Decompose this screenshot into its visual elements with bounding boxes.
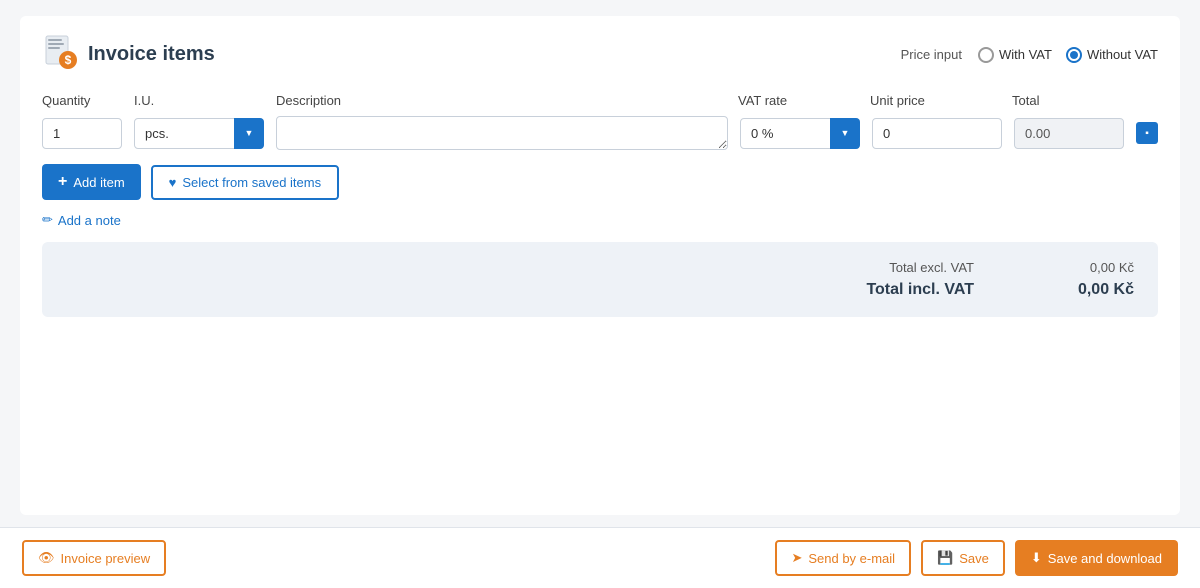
price-input-label: Price input	[901, 47, 962, 62]
action-buttons: + Add item ♥ Select from saved items	[42, 164, 1158, 200]
add-note-label: Add a note	[58, 213, 121, 228]
total-excl-vat-value: 0,00 Kč	[1054, 260, 1134, 275]
page-title: Invoice items	[88, 43, 215, 66]
title-area: $ Invoice items	[42, 34, 215, 75]
plus-icon: +	[58, 173, 67, 191]
save-download-button[interactable]: ⬇ Save and download	[1015, 540, 1178, 576]
delete-item-button[interactable]	[1136, 122, 1158, 144]
total-input	[1014, 118, 1124, 149]
col-header-quantity: Quantity	[42, 93, 122, 108]
radio-group: With VAT Without VAT	[978, 47, 1158, 63]
without-vat-label: Without VAT	[1087, 47, 1158, 62]
quantity-input[interactable]	[42, 118, 122, 149]
add-item-button[interactable]: + Add item	[42, 164, 141, 200]
col-header-vat-rate: VAT rate	[738, 93, 858, 108]
download-icon: ⬇	[1031, 550, 1042, 566]
invoice-icon: $	[42, 34, 78, 75]
select-saved-label: Select from saved items	[182, 175, 321, 190]
iu-select[interactable]: pcs. hrs. kg l m	[134, 118, 264, 149]
radio-circle-without-vat	[1066, 47, 1082, 63]
add-note-link[interactable]: ✏ Add a note	[42, 212, 1158, 228]
unit-price-input[interactable]	[872, 118, 1002, 149]
radio-circle-with-vat	[978, 47, 994, 63]
vat-select-wrapper: 0 % 10 % 15 % 21 %	[740, 118, 860, 149]
iu-select-wrapper: pcs. hrs. kg l m	[134, 118, 264, 149]
select-saved-items-button[interactable]: ♥ Select from saved items	[151, 165, 339, 200]
totals-section: Total excl. VAT 0,00 Kč Total incl. VAT …	[42, 242, 1158, 317]
save-icon: 💾	[937, 550, 953, 566]
total-incl-vat-row: Total incl. VAT 0,00 Kč	[834, 281, 1134, 299]
description-input[interactable]	[276, 116, 728, 150]
price-input-area: Price input With VAT Without VAT	[901, 47, 1158, 63]
send-icon: ➤	[791, 550, 802, 566]
table-row: pcs. hrs. kg l m 0 % 10 % 15 % 21 %	[42, 116, 1158, 150]
add-item-label: Add item	[73, 175, 124, 190]
heart-icon: ♥	[169, 175, 177, 190]
preview-label: Invoice preview	[61, 551, 151, 566]
total-incl-vat-value: 0,00 Kč	[1054, 281, 1134, 299]
header-row: $ Invoice items Price input With VAT Wit…	[42, 34, 1158, 75]
col-header-iu: I.U.	[134, 93, 264, 108]
radio-with-vat[interactable]: With VAT	[978, 47, 1052, 63]
col-header-description: Description	[276, 93, 726, 108]
total-excl-vat-row: Total excl. VAT 0,00 Kč	[834, 260, 1134, 275]
col-header-total: Total	[1012, 93, 1122, 108]
save-button[interactable]: 💾 Save	[921, 540, 1005, 576]
col-header-unit-price: Unit price	[870, 93, 1000, 108]
vat-rate-select[interactable]: 0 % 10 % 15 % 21 %	[740, 118, 860, 149]
footer-right: ➤ Send by e-mail 💾 Save ⬇ Save and downl…	[775, 540, 1178, 576]
total-incl-vat-label: Total incl. VAT	[834, 281, 974, 299]
send-email-button[interactable]: ➤ Send by e-mail	[775, 540, 911, 576]
send-email-label: Send by e-mail	[808, 551, 895, 566]
svg-text:$: $	[65, 53, 72, 67]
with-vat-label: With VAT	[999, 47, 1052, 62]
radio-without-vat[interactable]: Without VAT	[1066, 47, 1158, 63]
invoice-preview-button[interactable]: 👁 Invoice preview	[22, 540, 166, 576]
pencil-icon: ✏	[42, 212, 53, 228]
total-excl-vat-label: Total excl. VAT	[834, 260, 974, 275]
footer-bar: 👁 Invoice preview ➤ Send by e-mail 💾 Sav…	[0, 527, 1200, 588]
preview-icon: 👁	[38, 550, 55, 566]
save-label: Save	[959, 551, 989, 566]
save-download-label: Save and download	[1048, 551, 1162, 566]
footer-left: 👁 Invoice preview	[22, 540, 166, 576]
column-headers: Quantity I.U. Description VAT rate Unit …	[42, 93, 1158, 108]
